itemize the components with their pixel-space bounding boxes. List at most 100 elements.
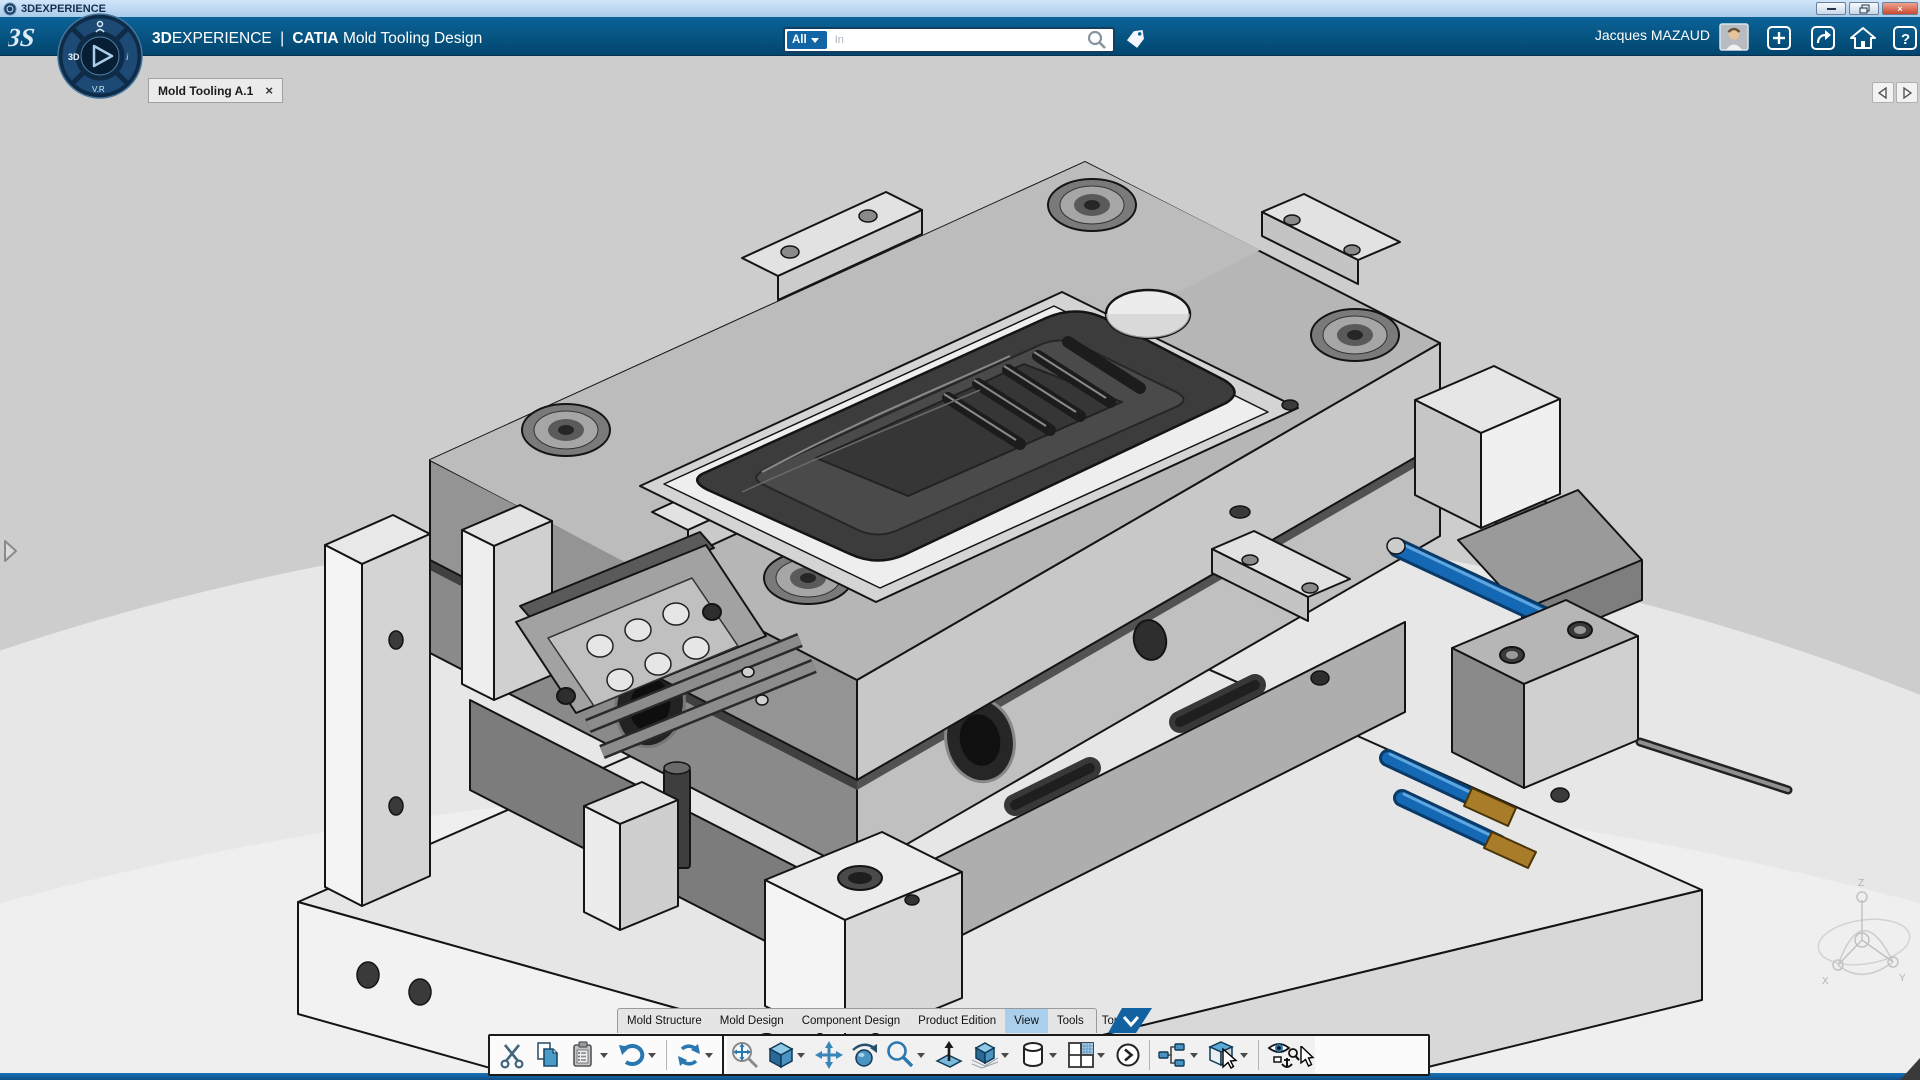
pan-arrows-icon (815, 1041, 843, 1069)
brand-3d: 3D (152, 30, 172, 47)
corner-pen-cursor (1900, 1058, 1920, 1080)
minimize-button[interactable] (1816, 2, 1846, 15)
triad-x-label: X (1822, 976, 1829, 987)
tab-nav-prev-button[interactable] (1872, 82, 1894, 103)
pan-button[interactable] (811, 1036, 847, 1074)
toolbar-panel-border (722, 1036, 724, 1074)
chevron-down-icon[interactable] (648, 1052, 656, 1058)
home-icon[interactable] (1850, 25, 1876, 51)
tag-icon[interactable] (1124, 28, 1148, 52)
specification-tree-button[interactable] (1154, 1036, 1204, 1074)
module-name: Mold Tooling Design (342, 30, 483, 47)
cylinder-icon (1023, 1042, 1043, 1067)
compass-west-label[interactable]: 3D (68, 52, 80, 62)
triad-y-label: Y (1899, 973, 1906, 984)
magnifier-icon (887, 1041, 914, 1068)
tab-view[interactable]: View (1005, 1009, 1048, 1033)
chevron-down-icon[interactable] (1240, 1052, 1248, 1058)
fit-all-in-button[interactable] (727, 1036, 763, 1074)
restore-icon (1859, 4, 1869, 13)
circle-arrow-icon (1116, 1043, 1140, 1067)
tab-tools[interactable]: Tools (1048, 1009, 1093, 1033)
chevron-down-icon[interactable] (917, 1052, 925, 1058)
search-icon[interactable] (1087, 30, 1107, 50)
tab-component-design[interactable]: Component Design (793, 1009, 909, 1033)
svg-text:3S: 3S (8, 23, 36, 52)
document-tab-label: Mold Tooling A.1 (158, 83, 254, 98)
toolbar-divider (1258, 1040, 1259, 1070)
help-icon[interactable]: ? (1892, 25, 1918, 51)
compass-south-label[interactable]: V.R (92, 85, 105, 94)
copy-button[interactable] (530, 1036, 566, 1074)
cube-select-icon (1208, 1041, 1238, 1069)
tab-mold-structure[interactable]: Mold Structure (618, 1009, 711, 1033)
search-scope-dropdown[interactable]: All (787, 31, 827, 49)
document-tab[interactable]: Mold Tooling A.1 × (148, 78, 283, 103)
update-button[interactable] (671, 1036, 719, 1074)
3dexperience-window: X Y Z 3DEXPERIENCE × 3S 3D V.R i 3DEXPER… (0, 0, 1920, 1080)
zoom-button[interactable] (883, 1036, 931, 1074)
add-content-icon[interactable] (1766, 25, 1792, 51)
fit-all-magnifier-icon (732, 1042, 759, 1069)
app-title: 3DEXPERIENCE | CATIA Mold Tooling Design (152, 24, 482, 54)
toolbar-divider (1149, 1040, 1150, 1070)
search-input[interactable]: In (835, 34, 1087, 46)
turntable-rotate-icon (852, 1043, 877, 1067)
search-scope-value: All (792, 34, 807, 46)
cube-icon (768, 1042, 794, 1069)
tab-nav-next-button[interactable] (1896, 82, 1918, 103)
user-name[interactable]: Jacques MAZAUD (1560, 27, 1710, 43)
action-bar-toolbar (488, 1034, 1430, 1076)
triad-z-label: Z (1858, 878, 1864, 889)
global-search-bar[interactable]: All In (783, 27, 1115, 53)
toolbar-divider (666, 1040, 667, 1070)
tab-close-icon[interactable]: × (265, 83, 273, 98)
brand-experience: EXPERIENCE (171, 30, 272, 47)
3ds-logo[interactable]: 3S (8, 21, 54, 53)
tab-product-edition[interactable]: Product Edition (909, 1009, 1005, 1033)
paste-icon (573, 1041, 592, 1067)
eye-anchor-icon (1267, 1043, 1300, 1068)
view-cube-button[interactable] (763, 1036, 811, 1074)
chevron-down-icon[interactable] (1049, 1052, 1057, 1058)
chevron-down-icon[interactable] (705, 1052, 713, 1058)
isolate-button[interactable] (1204, 1036, 1254, 1074)
share-icon[interactable] (1810, 25, 1836, 51)
avatar[interactable] (1719, 23, 1749, 51)
rotate-button[interactable] (847, 1036, 883, 1074)
triangle-right-icon (1903, 86, 1912, 99)
paste-button[interactable] (566, 1036, 614, 1074)
3dexperience-compass[interactable]: 3D V.R i (56, 12, 144, 100)
window-title-bar[interactable]: 3DEXPERIENCE × (0, 0, 1920, 17)
undo-button[interactable] (614, 1036, 662, 1074)
more-tools-button[interactable] (1111, 1036, 1145, 1074)
chevron-down-icon[interactable] (1190, 1052, 1198, 1058)
action-bar-tabs: Mold Structure Mold Design Component Des… (617, 1008, 1132, 1033)
action-bar-collapse-wedge[interactable] (1096, 1008, 1152, 1033)
render-style-button[interactable] (1015, 1036, 1063, 1074)
cut-button[interactable] (494, 1036, 530, 1074)
chevron-down-icon[interactable] (797, 1052, 805, 1058)
chevron-down-icon[interactable] (600, 1052, 608, 1058)
viewport-3d[interactable]: X Y Z (0, 55, 1920, 1080)
app-window-icon (3, 2, 17, 15)
mouse-cursor (1300, 1046, 1315, 1067)
triangle-left-icon (1878, 86, 1887, 99)
tab-mold-design[interactable]: Mold Design (711, 1009, 793, 1033)
multi-view-button[interactable] (1063, 1036, 1111, 1074)
four-view-grid-icon (1068, 1042, 1094, 1068)
title-divider: | (280, 30, 285, 47)
chevron-down-icon (810, 37, 819, 43)
refresh-icon (678, 1044, 700, 1066)
normal-to-plane-icon (935, 1041, 963, 1068)
cube-on-grid-icon (971, 1042, 999, 1069)
scissors-icon (500, 1044, 524, 1069)
iso-view-button[interactable] (967, 1036, 1015, 1074)
restore-button[interactable] (1849, 2, 1879, 15)
normal-view-button[interactable] (931, 1036, 967, 1074)
chevron-down-icon[interactable] (1001, 1052, 1009, 1058)
tree-structure-icon (1158, 1043, 1185, 1067)
chevron-down-icon[interactable] (1097, 1052, 1105, 1058)
panel-expander-chevron-icon[interactable] (2, 538, 20, 564)
close-button[interactable]: × (1882, 2, 1918, 15)
